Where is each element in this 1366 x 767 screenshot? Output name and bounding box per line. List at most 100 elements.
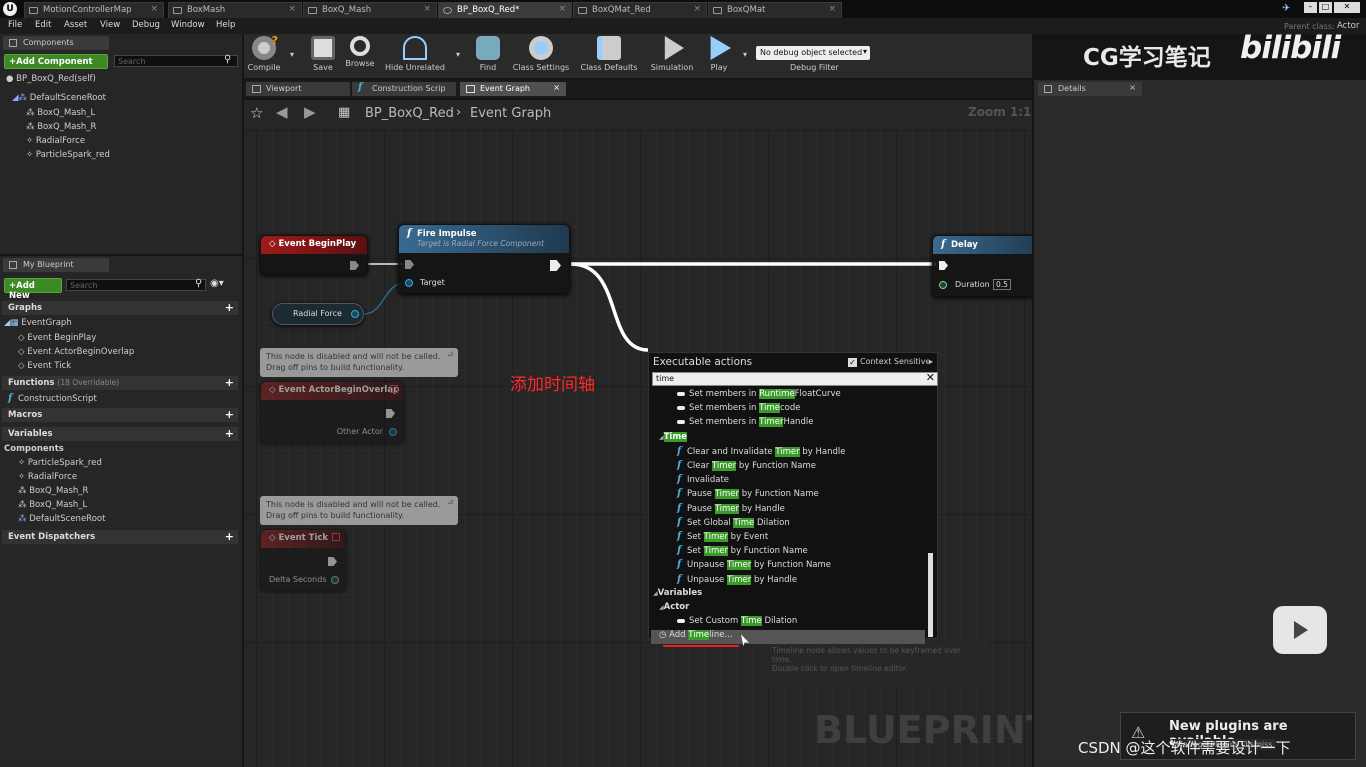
menu-window[interactable]: Window — [171, 20, 205, 30]
tab-boxq-mash[interactable]: BoxQ_Mash × — [303, 2, 437, 18]
action-item[interactable]: Set members in RuntimeFloatCurve — [677, 389, 841, 399]
action-category[interactable]: ◢Variables — [653, 588, 702, 598]
component-boxq-mash-r[interactable]: ⁂ BoxQ_Mash_R — [26, 122, 96, 132]
search-icon[interactable]: ⚲ — [195, 278, 202, 289]
component-particlespark[interactable]: ✧ ParticleSpark_red — [26, 150, 110, 160]
favorite-star-icon[interactable]: ☆ — [250, 104, 263, 122]
exec-out-pin[interactable] — [350, 261, 359, 270]
action-item[interactable]: Set Custom Time Dilation — [677, 616, 797, 627]
maximize-button[interactable]: □ — [1319, 2, 1332, 13]
back-arrow-icon[interactable]: ◀ — [276, 103, 288, 121]
components-category[interactable]: Components — [4, 444, 64, 454]
action-item[interactable]: f Set Timer by Function Name — [677, 545, 808, 557]
menu-file[interactable]: File — [8, 20, 22, 30]
add-macro-icon[interactable]: + — [225, 408, 234, 421]
play-dropdown-icon[interactable]: ▾ — [743, 50, 747, 59]
close-icon[interactable]: × — [828, 4, 836, 14]
action-item[interactable]: f Set Global Time Dilation — [677, 517, 790, 528]
exec-in-pin[interactable] — [405, 260, 414, 269]
close-icon[interactable]: × — [553, 83, 560, 92]
node-radial-force-var[interactable]: Radial Force — [272, 303, 364, 325]
tab-construction-script[interactable]: f Construction Scrip — [352, 82, 456, 96]
event-tick-item[interactable]: ◇ Event Tick — [18, 361, 71, 371]
add-variable-icon[interactable]: + — [225, 427, 234, 440]
component-self[interactable]: ● BP_BoxQ_Red(self) — [6, 74, 96, 84]
tab-event-graph[interactable]: Event Graph × — [460, 82, 566, 96]
tab-motioncontrollermap[interactable]: MotionControllerMap × — [24, 2, 164, 18]
menu-asset[interactable]: Asset — [64, 20, 87, 30]
action-category[interactable]: ◢Actor — [659, 602, 689, 612]
action-item[interactable]: f Invalidate — [677, 474, 729, 485]
actions-search-input[interactable]: time ✕ — [652, 371, 938, 386]
component-default-scene-root[interactable]: ◢⁂ DefaultSceneRoot — [12, 93, 106, 103]
event-actorbeginoverlap-item[interactable]: ◇ Event ActorBeginOverlap — [18, 347, 134, 357]
blueprint-search-input[interactable]: Search — [66, 279, 206, 291]
component-radialforce[interactable]: ✧ RadialForce — [26, 136, 85, 146]
context-sensitive-checkbox[interactable]: ✓ — [848, 358, 857, 367]
executable-actions-menu[interactable]: Executable actions ✓ Context Sensitive ▸… — [648, 352, 938, 648]
close-icon[interactable]: × — [423, 4, 431, 14]
add-timeline-item[interactable]: ◷ Add Timeline... — [651, 630, 925, 645]
pin-icon[interactable]: ⊿ — [447, 349, 454, 358]
menu-view[interactable]: View — [100, 20, 120, 30]
close-icon[interactable]: × — [693, 4, 701, 14]
node-event-tick[interactable]: ◇ Event Tick Delta Seconds — [260, 529, 346, 591]
functions-section[interactable]: Functions (18 Overridable) + — [2, 376, 238, 390]
breadcrumb-current[interactable]: Event Graph — [470, 106, 551, 121]
find-button[interactable]: Find — [472, 36, 504, 72]
radial-force-out-pin[interactable] — [351, 310, 359, 318]
target-pin[interactable] — [405, 279, 413, 287]
event-graph-item[interactable]: ◢▦ EventGraph — [4, 318, 72, 328]
macros-section[interactable]: Macros + — [2, 408, 238, 422]
duration-input[interactable]: 0.5 — [993, 279, 1011, 290]
action-item[interactable]: f Set Timer by Event — [677, 531, 768, 542]
hide-dropdown-icon[interactable]: ▾ — [456, 50, 460, 59]
simulation-button[interactable]: Simulation — [649, 36, 695, 72]
exec-out-pin[interactable] — [328, 557, 337, 566]
action-item[interactable]: Set members in Timecode — [677, 403, 800, 414]
action-item[interactable]: f Unpause Timer by Handle — [677, 574, 797, 585]
class-defaults-button[interactable]: Class Defaults — [579, 36, 639, 72]
add-graph-icon[interactable]: + — [225, 301, 234, 314]
compile-dropdown-icon[interactable]: ▾ — [290, 50, 294, 59]
menu-debug[interactable]: Debug — [132, 20, 160, 30]
compile-button[interactable]: ? Compile — [246, 34, 282, 72]
event-dispatchers-section[interactable]: Event Dispatchers + — [2, 530, 238, 544]
var-boxq-mash-l[interactable]: ⁂ BoxQ_Mash_L — [18, 500, 87, 510]
var-particlespark[interactable]: ✧ ParticleSpark_red — [18, 458, 102, 468]
action-category[interactable]: ◢Time — [659, 431, 687, 442]
eye-icon[interactable]: ◉▾ — [210, 278, 224, 289]
component-search-input[interactable]: Search — [114, 55, 238, 67]
component-boxq-mash-l[interactable]: ⁂ BoxQ_Mash_L — [26, 108, 95, 118]
exec-out-pin[interactable] — [386, 409, 395, 418]
action-item[interactable]: f Clear and Invalidate Timer by Handle — [677, 446, 845, 457]
construction-script-item[interactable]: f ConstructionScript — [8, 393, 97, 404]
action-item[interactable]: Set members in TimerHandle — [677, 417, 813, 428]
bilibili-play-icon[interactable] — [1273, 606, 1327, 654]
event-beginplay-item[interactable]: ◇ Event BeginPlay — [18, 333, 96, 343]
action-item[interactable]: f Unpause Timer by Function Name — [677, 559, 831, 571]
tab-boxmash[interactable]: BoxMash × — [168, 2, 302, 18]
duration-pin[interactable] — [939, 281, 947, 289]
node-event-beginplay[interactable]: ◇ Event BeginPlay — [260, 235, 368, 275]
breadcrumb-root[interactable]: BP_BoxQ_Red — [365, 106, 454, 121]
menu-help[interactable]: Help — [216, 20, 235, 30]
node-fire-impulse[interactable]: f Fire Impulse Target is Radial Force Comp… — [398, 224, 570, 294]
add-dispatcher-icon[interactable]: + — [225, 530, 234, 543]
debug-object-select[interactable]: No debug object selected ▾ — [756, 46, 870, 60]
close-icon[interactable]: × — [558, 4, 566, 14]
add-component-button[interactable]: +Add Component — [4, 54, 108, 69]
add-new-button[interactable]: +Add New — [4, 278, 62, 301]
close-window-button[interactable]: ✕ — [1334, 2, 1360, 13]
play-button[interactable]: Play — [702, 36, 736, 72]
actions-scrollbar[interactable] — [928, 553, 933, 637]
chevron-right-icon[interactable]: ▸ — [929, 357, 933, 366]
node-event-actorbeginoverlap[interactable]: ◇ Event ActorBeginOverlap Other Actor — [260, 381, 404, 443]
delta-seconds-pin[interactable] — [331, 576, 339, 584]
action-item[interactable]: f Pause Timer by Handle — [677, 503, 785, 514]
var-boxq-mash-r[interactable]: ⁂ BoxQ_Mash_R — [18, 486, 88, 496]
other-actor-pin[interactable] — [389, 428, 397, 436]
forward-arrow-icon[interactable]: ▶ — [304, 103, 316, 121]
variables-section[interactable]: Variables + — [2, 427, 238, 441]
browse-button[interactable]: Browse — [342, 36, 378, 68]
